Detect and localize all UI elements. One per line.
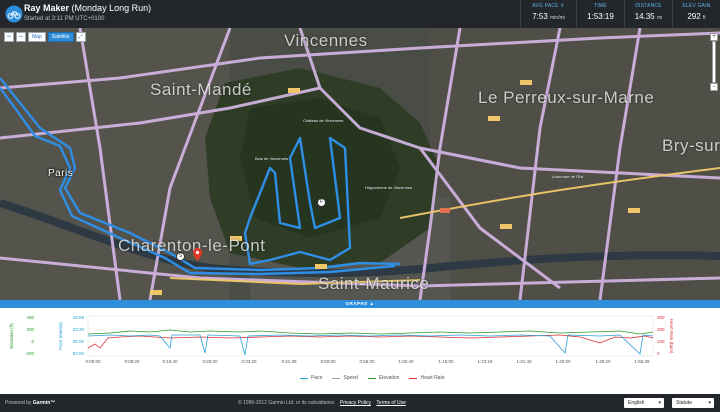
legend-speed[interactable]: Speed xyxy=(332,375,358,381)
map-label-charenton: Charenton-le-Pont xyxy=(118,236,266,255)
time-tick: 1:56:39 xyxy=(634,359,650,364)
activity-header: Ray Maker (Monday Long Run) Started at 3… xyxy=(0,0,720,28)
map-view-button[interactable]: Map xyxy=(28,32,46,42)
start-marker[interactable]: S xyxy=(176,252,185,261)
finish-marker[interactable]: F xyxy=(317,198,326,207)
map-label-saint-mande: Saint-Mandé xyxy=(150,80,252,99)
time-tick: 1:48:20 xyxy=(595,359,611,364)
running-activity-icon xyxy=(5,5,23,23)
legend-pace[interactable]: Pace xyxy=(300,375,322,381)
stat-value: 1:53:19 xyxy=(587,12,614,21)
legend-heart-rate[interactable]: Heart Rate xyxy=(409,375,445,381)
map-label-chateau: Château de Vincennes xyxy=(303,118,344,123)
garmin-logo[interactable]: Garmin™ xyxy=(33,400,56,406)
stat-label: DISTANCE xyxy=(635,3,662,9)
powered-by: Powered by Garmin™ xyxy=(5,400,56,406)
elevation-tick: -200 xyxy=(25,351,35,356)
stat-distance: DISTANCE 14.35 mi xyxy=(624,0,672,28)
time-tick: 1:06:40 xyxy=(398,359,414,364)
pace-tick: 33:20 xyxy=(73,327,85,332)
elevation-tick: 0 xyxy=(31,339,34,344)
stat-value: 292 ft xyxy=(687,12,706,21)
stat-time: TIME 1:53:19 xyxy=(576,0,624,28)
stat-value: 14.35 mi xyxy=(634,12,663,21)
heart-rate-tick: 0 xyxy=(657,351,660,356)
pace-tick: 16:59 xyxy=(73,315,85,320)
chevron-down-icon: ▾ xyxy=(658,400,661,406)
units-select[interactable]: Statute ▾ xyxy=(672,398,714,408)
legend-elevation[interactable]: Elevation xyxy=(367,375,399,381)
back-arrow-icon[interactable]: ⇦ xyxy=(4,32,14,42)
pace-tick: 25:00 xyxy=(73,339,85,344)
time-tick: 0:41:39 xyxy=(281,359,297,364)
satellite-view-button[interactable]: Satellite xyxy=(47,32,74,42)
graph-panel: Elevation (ft) Pace (min/mi) Heart Rate … xyxy=(0,308,720,394)
privacy-policy-link[interactable]: Privacy Policy xyxy=(340,400,371,406)
stat-label: AVG PACE ⇕ xyxy=(532,3,565,9)
copyright-text: © 1996-2012 Garmin Ltd. or its subsidiar… xyxy=(238,400,406,406)
map-label-le-perreux: Le Perreux-sur-Marne xyxy=(478,88,655,107)
time-tick: 0:25:00 xyxy=(202,359,218,364)
pace-axis-title: Pace (min/mi) xyxy=(58,322,63,350)
map-label-hippodrome: Hippodrome de Vincennes xyxy=(365,185,413,190)
activity-title: Ray Maker (Monday Long Run) xyxy=(24,3,151,13)
chevron-down-icon: ▾ xyxy=(708,400,711,406)
satellite-map-image xyxy=(0,28,720,300)
map-label-bois: Bois de Vincennes xyxy=(255,156,289,161)
map-label-saint-maurice: Saint-Maurice xyxy=(318,274,430,293)
zoom-slider[interactable] xyxy=(712,41,716,83)
forward-arrow-icon[interactable]: ⇨ xyxy=(16,32,26,42)
zoom-controls: + − xyxy=(710,33,718,91)
terms-of-use-link[interactable]: Terms of Use xyxy=(376,400,405,406)
stat-value: 7:53 min/mi xyxy=(532,12,565,21)
athlete-name[interactable]: Ray Maker xyxy=(24,3,69,13)
time-tick: 0:08:20 xyxy=(124,359,140,364)
map-label-vincennes: Vincennes xyxy=(284,31,368,50)
stat-avg-pace[interactable]: AVG PACE ⇕ 7:53 min/mi xyxy=(520,0,576,28)
time-tick: 1:15:00 xyxy=(438,359,454,364)
map-label-paris: Paris xyxy=(48,168,74,179)
map-label-bry: Bry-sur xyxy=(662,136,720,155)
start-time: Started at 3:11 PM UTC+0100 xyxy=(24,16,105,22)
elevation-axis-title: Elevation (ft) xyxy=(9,323,14,349)
stat-elev-gain: ELEV GAIN 292 ft xyxy=(672,0,720,28)
pace-tick: 50:00 xyxy=(73,351,85,356)
map-label-autoroute: Autoroute de l'Est xyxy=(552,174,584,179)
time-tick: 0:33:20 xyxy=(241,359,257,364)
heart-rate-tick: 200 xyxy=(657,327,665,332)
page-footer: Powered by Garmin™ © 1996-2012 Garmin Lt… xyxy=(0,394,720,412)
elevation-tick: 400 xyxy=(26,315,34,320)
language-select[interactable]: English ▾ xyxy=(624,398,664,408)
time-tick: 0:50:00 xyxy=(320,359,336,364)
time-tick: 1:40:00 xyxy=(555,359,571,364)
time-tick: 0:00:00 xyxy=(85,359,101,364)
zoom-in-button[interactable]: + xyxy=(710,33,718,41)
location-pin-icon[interactable] xyxy=(193,248,202,261)
activity-map[interactable]: Vincennes Saint-Mandé Le Perreux-sur-Mar… xyxy=(0,28,720,300)
heart-rate-axis-title: Heart Rate (bpm) xyxy=(669,319,674,354)
graph-legend: Pace Speed Elevation Heart Rate xyxy=(300,375,445,381)
activity-name: (Monday Long Run) xyxy=(71,3,152,13)
heart-rate-tick: 300 xyxy=(657,315,665,320)
zoom-out-button[interactable]: − xyxy=(710,83,718,91)
elevation-tick: 200 xyxy=(26,327,34,332)
graphs-toggle[interactable]: GRAPHS ▲ xyxy=(0,300,720,308)
stat-label: TIME xyxy=(594,3,607,9)
time-tick: 0:58:20 xyxy=(359,359,375,364)
fullscreen-icon[interactable]: ⤢ xyxy=(75,32,86,42)
activity-graph[interactable]: Elevation (ft) Pace (min/mi) Heart Rate … xyxy=(0,308,720,394)
heart-rate-tick: 100 xyxy=(657,339,665,344)
summary-stats: AVG PACE ⇕ 7:53 min/mi TIME 1:53:19 DIST… xyxy=(520,0,720,28)
time-tick: 1:23:19 xyxy=(477,359,493,364)
map-controls: ⇦ ⇨ Map Satellite ⤢ xyxy=(4,32,86,42)
time-tick: 1:31:40 xyxy=(516,359,532,364)
time-tick: 0:16:40 xyxy=(162,359,178,364)
stat-label: ELEV GAIN xyxy=(682,3,711,9)
